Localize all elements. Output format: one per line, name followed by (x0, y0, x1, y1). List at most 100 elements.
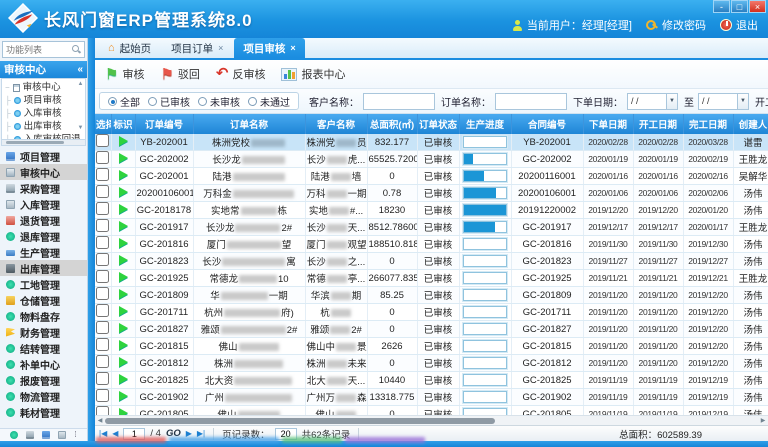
column-header-标识[interactable]: 标识 (111, 114, 135, 134)
sidebar-item-仓储管理[interactable]: 仓储管理 (0, 292, 87, 308)
sidebar-item-入库管理[interactable]: 入库管理 (0, 196, 87, 212)
table-row[interactable]: GC-201825北大资北大天...10440已审核GC-2018252019/… (95, 372, 768, 389)
sidebar-item-补单中心[interactable]: 补单中心 (0, 356, 87, 372)
row-checkbox[interactable] (96, 304, 109, 317)
row-checkbox[interactable] (96, 355, 109, 368)
row-checkbox[interactable] (96, 253, 109, 266)
sidebar-item-报废管理[interactable]: 报废管理 (0, 372, 87, 388)
customer-name-input[interactable] (363, 93, 435, 110)
cart-mini-icon[interactable] (26, 431, 34, 439)
radio-icon[interactable] (198, 97, 207, 106)
table-row[interactable]: GC-201816厦门望厦门观望188510.818已审核GC-20181620… (95, 236, 768, 253)
row-checkbox[interactable] (96, 236, 109, 249)
row-checkbox[interactable] (96, 338, 109, 351)
radio-icon[interactable] (148, 97, 157, 106)
table-row[interactable]: GC-201827雅颂2#雅颂2#0已审核GC-2018272019/11/20… (95, 321, 768, 338)
table-row[interactable]: GC-201925常德龙10常德亭...266077.835...已审核GC-2… (95, 270, 768, 287)
retreat-mini-icon[interactable] (10, 431, 18, 439)
table-row[interactable]: GC-201902广州广州万森林13318.775已审核GC-201902201… (95, 389, 768, 406)
logout-button[interactable]: 退出 (720, 17, 758, 33)
more-icon[interactable]: ⁞ (74, 431, 76, 439)
row-checkbox[interactable] (96, 151, 109, 164)
table-row[interactable]: GC-201711杭州府)杭0已审核GC-2017112019/11/20201… (95, 304, 768, 321)
function-search-input[interactable] (6, 45, 72, 55)
sidebar-item-工地管理[interactable]: 工地管理 (0, 276, 87, 292)
calendar-dropdown-icon[interactable]: ▼ (738, 93, 749, 110)
row-checkbox[interactable] (96, 219, 109, 232)
column-header-合同编号[interactable]: 合同编号 (511, 114, 583, 134)
scroll-right-icon[interactable]: ▶ (758, 417, 768, 424)
radio-icon[interactable] (248, 97, 257, 106)
sidebar-item-审核中心[interactable]: 审核中心 (0, 164, 87, 180)
table-row[interactable]: YB-202001株洲党校株洲党员...832.177已审核YB-2020012… (95, 134, 768, 151)
radio-未通过[interactable]: 未通过 (248, 94, 290, 109)
row-checkbox[interactable] (96, 134, 109, 147)
column-header-开工日期[interactable]: 开工日期 (633, 114, 683, 134)
change-password-button[interactable]: 修改密码 (646, 17, 706, 33)
search-icon[interactable] (72, 45, 81, 54)
order-name-input[interactable] (495, 93, 567, 110)
row-checkbox[interactable] (96, 168, 109, 181)
table-row[interactable]: 20200106001万科金万科一期0.78已审核202001060012020… (95, 185, 768, 202)
toolbar-button-驳回[interactable]: ⚑驳回 (160, 66, 199, 82)
table-row[interactable]: GC-202001陆港陆港墙0已审核202001160012020/01/162… (95, 168, 768, 185)
table-row[interactable]: GC-201815佛山佛山中景座2626已审核GC-2018152019/11/… (95, 338, 768, 355)
column-header-完工日期[interactable]: 完工日期 (683, 114, 733, 134)
column-header-客户名称[interactable]: 客户名称 (305, 114, 367, 134)
table-row[interactable]: GC-201823长沙寓长沙之...0已审核GC-2018232019/11/2… (95, 253, 768, 270)
close-button[interactable]: × (749, 0, 766, 13)
tree-root[interactable]: − 审核中心 (5, 81, 77, 94)
radio-已审核[interactable]: 已审核 (148, 94, 190, 109)
calendar-dropdown-icon[interactable]: ▼ (667, 93, 678, 110)
tab-项目订单[interactable]: 项目订单× (162, 38, 232, 58)
column-header-订单状态[interactable]: 订单状态 (417, 114, 459, 134)
minimize-button[interactable]: - (713, 0, 730, 13)
tab-close-icon[interactable]: × (218, 43, 223, 53)
table-row[interactable]: GC-201812株洲株洲未来0已审核GC-2018122019/11/2020… (95, 355, 768, 372)
column-header-下单日期[interactable]: 下单日期 (583, 114, 633, 134)
sidebar-item-项目管理[interactable]: 项目管理 (0, 148, 87, 164)
tree-item[interactable]: ├入库审核回退 (5, 133, 77, 140)
tree-item[interactable]: ├出库审核 (5, 120, 77, 133)
radio-全部[interactable]: 全部 (108, 94, 140, 109)
tab-项目审核[interactable]: 项目审核× (234, 38, 304, 58)
table-row[interactable]: GC-202002长沙龙长沙虎...65525.7200...已审核GC-202… (95, 151, 768, 168)
toolbar-button-报表中心[interactable]: 报表中心 (281, 66, 345, 82)
toolbar-button-反审核[interactable]: ↶反审核 (216, 66, 266, 82)
horizontal-scroll-thumb[interactable] (105, 418, 495, 424)
sidebar-item-采购管理[interactable]: 采购管理 (0, 180, 87, 196)
column-header-生产进度[interactable]: 生产进度 (459, 114, 511, 134)
row-checkbox[interactable] (96, 202, 109, 215)
sidebar-item-出库管理[interactable]: 出库管理 (0, 260, 87, 276)
radio-未审核[interactable]: 未审核 (198, 94, 240, 109)
column-header-创建人[interactable]: 创建人 (733, 114, 768, 134)
tab-close-icon[interactable]: × (290, 43, 295, 53)
horizontal-scrollbar[interactable]: ◀ ▶ (95, 415, 768, 425)
tree-item[interactable]: ├项目审核 (5, 94, 77, 107)
maximize-button[interactable]: □ (731, 0, 748, 13)
column-header-选择[interactable]: 选择 (95, 114, 111, 134)
box-mini-icon[interactable] (58, 431, 66, 439)
tree-item[interactable]: ├入库审核 (5, 107, 77, 120)
row-checkbox[interactable] (96, 287, 109, 300)
order-date-from-value[interactable]: / / (627, 93, 667, 110)
column-header-订单名称[interactable]: 订单名称 (193, 114, 305, 134)
column-header-订单编号[interactable]: 订单编号 (135, 114, 193, 134)
scroll-left-icon[interactable]: ◀ (95, 417, 105, 424)
row-checkbox[interactable] (96, 372, 109, 385)
row-checkbox[interactable] (96, 389, 109, 402)
table-row[interactable]: GC-201917长沙龙2#长沙天...8512.78600...已审核GC-2… (95, 219, 768, 236)
sidebar-splitter[interactable] (88, 38, 95, 441)
row-checkbox[interactable] (96, 270, 109, 283)
sidebar-item-退货管理[interactable]: 退货管理 (0, 212, 87, 228)
sidebar-item-生产管理[interactable]: 生产管理 (0, 244, 87, 260)
tree-expander-icon[interactable]: − (5, 81, 10, 94)
sidebar-item-耗材管理[interactable]: 耗材管理 (0, 404, 87, 420)
sidebar-item-物料盘存[interactable]: 物料盘存 (0, 308, 87, 324)
tree-horizontal-scrollbar[interactable] (1, 140, 86, 146)
row-checkbox[interactable] (96, 321, 109, 334)
sidebar-item-结转管理[interactable]: 结转管理 (0, 340, 87, 356)
row-checkbox[interactable] (96, 185, 109, 198)
doc-mini-icon[interactable] (42, 431, 50, 439)
table-row[interactable]: GC-201809华一期华滨期85.25已审核GC-2018092019/11/… (95, 287, 768, 304)
